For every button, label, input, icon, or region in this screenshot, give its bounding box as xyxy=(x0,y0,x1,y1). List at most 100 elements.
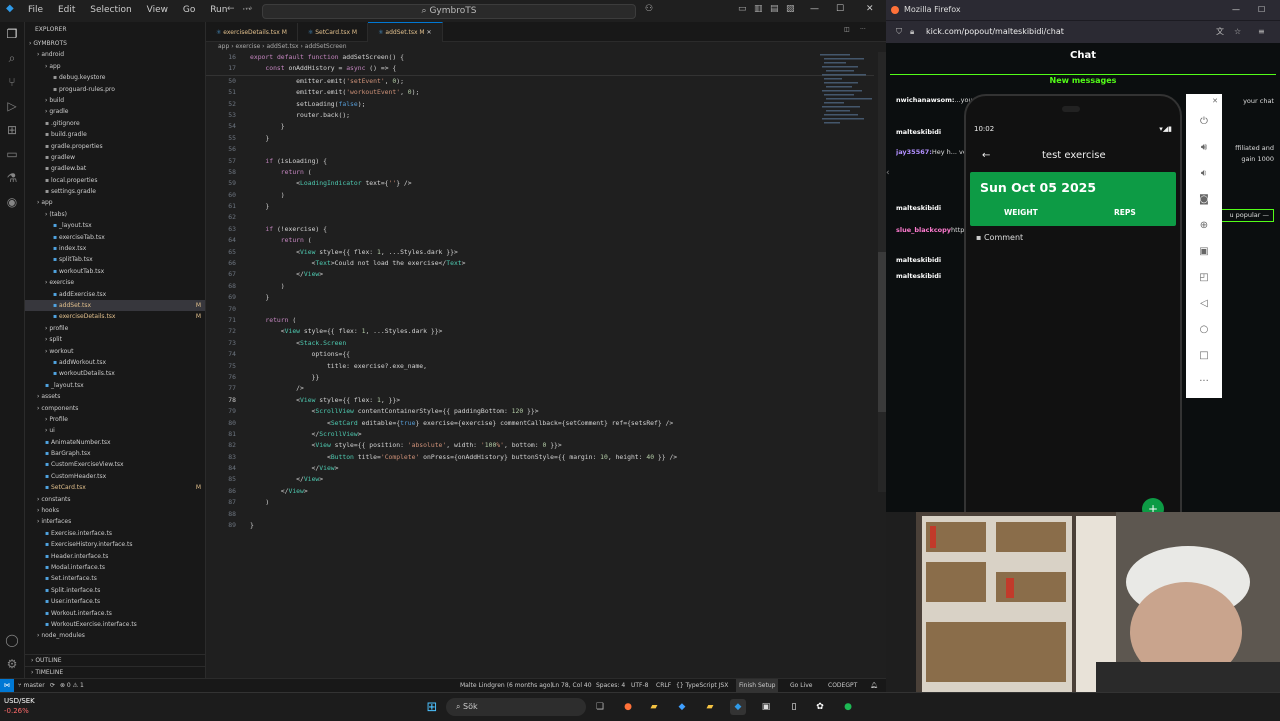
code-line[interactable]: 67 </View> xyxy=(206,269,874,280)
testing-icon[interactable]: ⚗ xyxy=(0,166,24,190)
code-line[interactable]: 86 </View> xyxy=(206,486,874,497)
remote-explorer-icon[interactable]: ▭ xyxy=(0,142,24,166)
remote-indicator-icon[interactable]: ⋈ xyxy=(0,679,14,693)
minimize-button[interactable]: — xyxy=(810,4,819,14)
tree-folder[interactable]: › profile xyxy=(25,323,205,334)
run-debug-icon[interactable]: ▷ xyxy=(0,94,24,118)
back-arrow-icon[interactable]: ← xyxy=(982,140,990,172)
tree-file[interactable]: ▪ gradlew.bat xyxy=(25,163,205,174)
code-line[interactable]: 79 <ScrollView contentContainerStyle={{ … xyxy=(206,406,874,417)
tab-addset[interactable]: ⚛ addSet.tsx M ✕ xyxy=(368,22,443,42)
tree-folder[interactable]: › hooks xyxy=(25,505,205,516)
volume-down-icon[interactable]: 🔉︎ xyxy=(1186,160,1222,186)
nav-forward-icon[interactable]: → xyxy=(245,4,253,14)
tree-file[interactable]: ▪ Header.interface.ts xyxy=(25,551,205,562)
code-line[interactable]: 75 title: exercise?.exe_name, xyxy=(206,361,874,372)
sidebar-toggle-icon[interactable]: ▥ xyxy=(754,4,763,14)
tree-file[interactable]: ▪ Split.interface.ts xyxy=(25,585,205,596)
code-line[interactable]: 60 ) xyxy=(206,190,874,201)
menu-go[interactable]: Go xyxy=(183,5,195,15)
code-line[interactable]: 50 emitter.emit('setEvent', 0); xyxy=(206,76,874,87)
explorer-icon[interactable]: ❐ xyxy=(0,22,24,46)
file-explorer-icon[interactable]: ▰ xyxy=(646,699,662,715)
zoom-icon[interactable]: ⊕ xyxy=(1186,212,1222,238)
code-line[interactable]: 71 return ( xyxy=(206,315,874,326)
tree-file[interactable]: ▪ addWorkout.tsx xyxy=(25,357,205,368)
code-line[interactable]: 64 return ( xyxy=(206,235,874,246)
cursor-position[interactable]: Ln 78, Col 40 xyxy=(552,679,592,692)
tree-file[interactable]: ▪ Set.interface.ts xyxy=(25,573,205,584)
outline-section[interactable]: › OUTLINE xyxy=(25,654,205,666)
tree-file[interactable]: ▪ Workout.interface.ts xyxy=(25,608,205,619)
code-line[interactable]: 61 } xyxy=(206,201,874,212)
tree-file[interactable]: ▪ _layout.tsx xyxy=(25,220,205,231)
tree-folder[interactable]: › GYMBROTS xyxy=(25,38,205,49)
codegpt-icon[interactable]: ◉ xyxy=(0,190,24,214)
stock-widget[interactable]: USD/SEK -0.26% xyxy=(4,696,35,716)
code-line[interactable]: 66 <Text>Could not load the exercise</Te… xyxy=(206,258,874,269)
minimap[interactable] xyxy=(818,52,876,132)
tree-file[interactable]: ▪ _layout.tsx xyxy=(25,380,205,391)
tree-file[interactable]: ▪ workoutTab.tsx xyxy=(25,266,205,277)
chat-username[interactable]: malteskibidi xyxy=(896,272,941,280)
tree-file[interactable]: ▪ exerciseDetails.tsx M xyxy=(25,311,205,322)
tree-folder[interactable]: › interfaces xyxy=(25,516,205,527)
volume-up-icon[interactable]: 🔊︎ xyxy=(1186,134,1222,160)
tree-folder[interactable]: › components xyxy=(25,403,205,414)
problems-indicator[interactable]: ⊗ 0 ⚠ 1 xyxy=(60,679,84,692)
menu-view[interactable]: View xyxy=(147,5,168,15)
app-icon[interactable]: ▯ xyxy=(786,699,802,715)
scrollbar-thumb[interactable] xyxy=(878,252,886,412)
taskbar-search[interactable]: ⌕ Sök xyxy=(446,698,586,716)
code-line[interactable]: 76 }} xyxy=(206,372,874,383)
address-bar[interactable]: ⛉ 🔒︎ kick.com/popout/malteskibidi/chat 文… xyxy=(886,20,1280,43)
manage-gear-icon[interactable]: ⚙ xyxy=(0,652,24,676)
encoding[interactable]: UTF-8 xyxy=(631,679,649,692)
minimize-button[interactable]: — xyxy=(1232,0,1240,20)
code-line[interactable]: 53 router.back(); xyxy=(206,110,874,121)
tree-file[interactable]: ▪ settings.gradle xyxy=(25,186,205,197)
tree-file[interactable]: ▪ addExercise.tsx xyxy=(25,289,205,300)
panel-toggle-icon[interactable]: ▤ xyxy=(770,4,779,14)
split-editor-icon[interactable]: ◫ xyxy=(844,26,850,33)
chat-username[interactable]: slue_blackcopy xyxy=(896,226,951,234)
tree-file[interactable]: ▪ debug.keystore xyxy=(25,72,205,83)
chat-username[interactable]: jay35567: xyxy=(896,148,932,156)
notifications-bell-icon[interactable]: 🔔︎ xyxy=(870,679,878,692)
rotate-icon[interactable]: ◰ xyxy=(1186,264,1222,290)
terminal-icon[interactable]: ▣ xyxy=(758,699,774,715)
tree-folder[interactable]: › assets xyxy=(25,391,205,402)
code-line[interactable]: 69 } xyxy=(206,292,874,303)
code-line[interactable]: 83 <Button title='Complete' onPress={onA… xyxy=(206,452,874,463)
url-text[interactable]: kick.com/popout/malteskibidi/chat xyxy=(926,27,1064,36)
more-options-icon[interactable]: ··· xyxy=(1186,368,1222,394)
code-line[interactable]: 17 const onAddHistory = async () => { xyxy=(206,63,874,74)
code-line[interactable]: 65 <View style={{ flex: 1, ...Styles.dar… xyxy=(206,247,874,258)
finish-setup-button[interactable]: Finish Setup xyxy=(736,679,779,692)
bookmark-star-icon[interactable]: ☆ xyxy=(1234,21,1241,43)
tree-file[interactable]: ▪ gradle.properties xyxy=(25,141,205,152)
tree-file[interactable]: ▪ workoutDetails.tsx xyxy=(25,368,205,379)
spotify-icon[interactable]: ● xyxy=(840,699,856,715)
vscode-taskbar-icon[interactable]: ◆ xyxy=(730,699,746,715)
power-icon[interactable]: ⏻ xyxy=(1186,108,1222,134)
code-line[interactable]: 85 </View> xyxy=(206,474,874,485)
code-line[interactable]: 57 if (isLoading) { xyxy=(206,156,874,167)
back-nav-icon[interactable]: ◁ xyxy=(1186,290,1222,316)
code-line[interactable]: 72 <View style={{ flex: 1, ...Styles.dar… xyxy=(206,326,874,337)
shield-icon[interactable]: ⛉ xyxy=(896,21,902,43)
tree-file[interactable]: ▪ BarGraph.tsx xyxy=(25,448,205,459)
account-icon[interactable]: ◯ xyxy=(0,628,24,652)
collapse-chat-icon[interactable]: ‹ xyxy=(886,168,890,178)
chat-username[interactable]: malteskibidi xyxy=(896,256,941,264)
menu-selection[interactable]: Selection xyxy=(90,5,131,15)
code-editor[interactable]: 16 export default function addSetScreen()… xyxy=(206,52,874,678)
tree-folder[interactable]: › node_modules xyxy=(25,630,205,641)
code-line[interactable]: 68 ) xyxy=(206,281,874,292)
tree-file[interactable]: ▪ gradlew xyxy=(25,152,205,163)
tree-file[interactable]: ▪ WorkoutExercise.interface.ts xyxy=(25,619,205,630)
tree-folder[interactable]: › constants xyxy=(25,494,205,505)
timeline-section[interactable]: › TIMELINE xyxy=(25,666,205,678)
chat-username[interactable]: malteskibidi xyxy=(896,204,941,212)
overview-nav-icon[interactable]: □ xyxy=(1186,342,1222,368)
